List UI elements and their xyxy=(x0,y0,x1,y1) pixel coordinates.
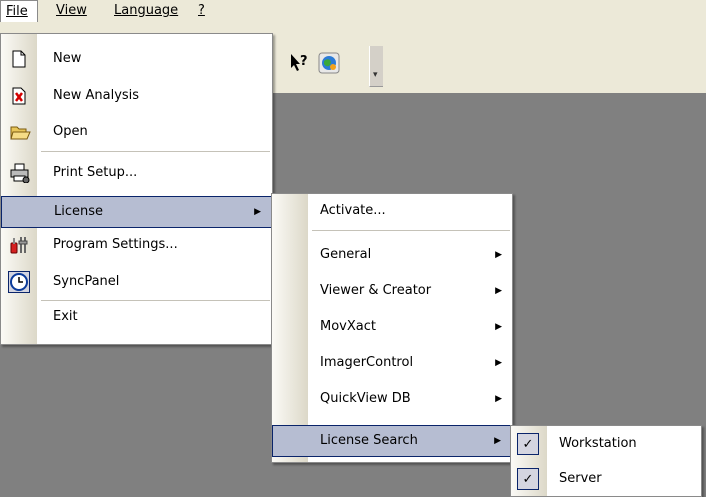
web-update-icon[interactable] xyxy=(318,52,340,74)
menu-item-label: Server xyxy=(559,471,602,486)
license-search-submenu: ✓ Workstation ✓ Server xyxy=(510,425,702,497)
menu-item-workstation[interactable]: ✓ Workstation xyxy=(511,427,701,461)
menu-view-label: View xyxy=(56,3,87,18)
menu-item-program-settings[interactable]: Program Settings... xyxy=(1,230,272,260)
open-folder-icon xyxy=(9,122,31,142)
settings-tools-icon xyxy=(9,235,29,255)
menu-separator xyxy=(41,151,270,152)
menu-item-general[interactable]: General ▶ xyxy=(272,240,512,270)
menu-item-imagercontrol[interactable]: ImagerControl ▶ xyxy=(272,348,512,378)
menu-item-print-setup[interactable]: Print Setup... xyxy=(1,158,272,188)
menu-file-label: File xyxy=(6,4,28,19)
menu-item-quickview-db[interactable]: QuickView DB ▶ xyxy=(272,384,512,414)
menu-language-label: Language xyxy=(114,3,179,18)
menu-item-license-search[interactable]: License Search ▶ xyxy=(272,425,512,457)
menu-item-label: Viewer & Creator xyxy=(320,283,432,298)
menu-item-label: Workstation xyxy=(559,436,637,451)
menu-item-label: Open xyxy=(53,124,88,139)
menu-item-activate[interactable]: Activate... xyxy=(272,196,512,226)
submenu-arrow-icon: ▶ xyxy=(495,322,502,332)
submenu-arrow-icon: ▶ xyxy=(495,250,502,260)
submenu-arrow-icon: ▶ xyxy=(495,394,502,404)
context-help-icon[interactable]: ? xyxy=(289,52,309,72)
menu-item-label: ImagerControl xyxy=(320,355,414,370)
menu-item-exit[interactable]: Exit xyxy=(1,302,272,332)
new-document-icon xyxy=(9,49,29,69)
menu-file[interactable]: File xyxy=(0,0,38,22)
menu-item-label: General xyxy=(320,247,372,262)
menu-help-label: ? xyxy=(198,3,205,18)
menu-item-label: Program Settings... xyxy=(53,237,178,252)
file-menu: New New Analysis Open Print Setup... Lic… xyxy=(0,33,273,345)
menu-item-syncpanel[interactable]: SyncPanel xyxy=(1,267,272,297)
toolbar-overflow-chevron[interactable]: ▾ xyxy=(369,46,383,87)
submenu-arrow-icon: ▶ xyxy=(494,436,501,446)
clock-icon xyxy=(8,271,30,293)
menu-item-movxact[interactable]: MovXact ▶ xyxy=(272,312,512,342)
menu-item-label: Print Setup... xyxy=(53,165,138,180)
checkmark-icon: ✓ xyxy=(517,468,539,490)
menu-item-label: Activate... xyxy=(320,203,386,218)
menu-item-label: MovXact xyxy=(320,319,376,334)
menu-separator xyxy=(312,230,510,231)
submenu-arrow-icon: ▶ xyxy=(254,207,261,217)
menu-item-label: New xyxy=(53,51,82,66)
menu-language[interactable]: Language xyxy=(108,0,184,21)
menu-item-new[interactable]: New xyxy=(1,44,272,74)
menu-item-new-analysis[interactable]: New Analysis xyxy=(1,81,272,111)
submenu-arrow-icon: ▶ xyxy=(495,358,502,368)
menu-item-label: SyncPanel xyxy=(53,274,120,289)
printer-icon xyxy=(9,163,30,184)
license-submenu: Activate... General ▶ Viewer & Creator ▶… xyxy=(271,193,513,463)
menu-item-label: Exit xyxy=(53,309,78,324)
menu-item-label: License Search xyxy=(320,433,418,448)
menu-item-label: QuickView DB xyxy=(320,391,411,406)
new-analysis-icon xyxy=(9,86,29,106)
menu-view[interactable]: View xyxy=(50,0,93,21)
menu-separator xyxy=(41,300,270,301)
menu-item-server[interactable]: ✓ Server xyxy=(511,462,701,496)
menu-item-open[interactable]: Open xyxy=(1,117,272,147)
menu-item-label: License xyxy=(54,204,104,219)
menu-item-viewer-creator[interactable]: Viewer & Creator ▶ xyxy=(272,276,512,306)
menu-item-license[interactable]: License ▶ xyxy=(1,196,272,228)
submenu-arrow-icon: ▶ xyxy=(495,286,502,296)
menu-help[interactable]: ? xyxy=(192,0,211,21)
svg-text:?: ? xyxy=(300,54,308,69)
checkmark-icon: ✓ xyxy=(517,433,539,455)
menu-item-label: New Analysis xyxy=(53,88,140,103)
menu-bar: File View Language ? xyxy=(0,0,706,22)
